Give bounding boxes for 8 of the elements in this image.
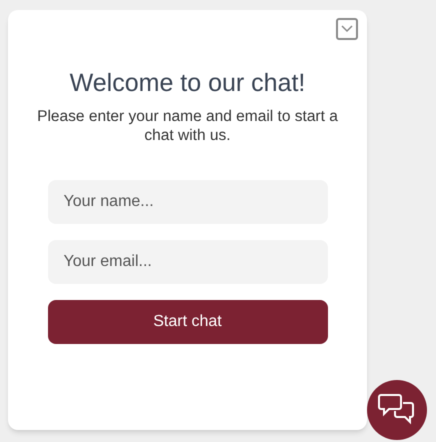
input-field[interactable]: Your name... (48, 180, 328, 224)
speech-bubbles-icon (377, 393, 417, 427)
input-field[interactable]: Your email... (48, 240, 328, 284)
start-chat-button[interactable]: Start chat (48, 300, 328, 344)
welcome-title: Welcome to our chat! (70, 68, 306, 99)
minimize-button[interactable] (336, 18, 358, 40)
chevron-down-icon (341, 25, 353, 33)
welcome-subtitle: Please enter your name and email to start a chat with us. (36, 107, 339, 146)
